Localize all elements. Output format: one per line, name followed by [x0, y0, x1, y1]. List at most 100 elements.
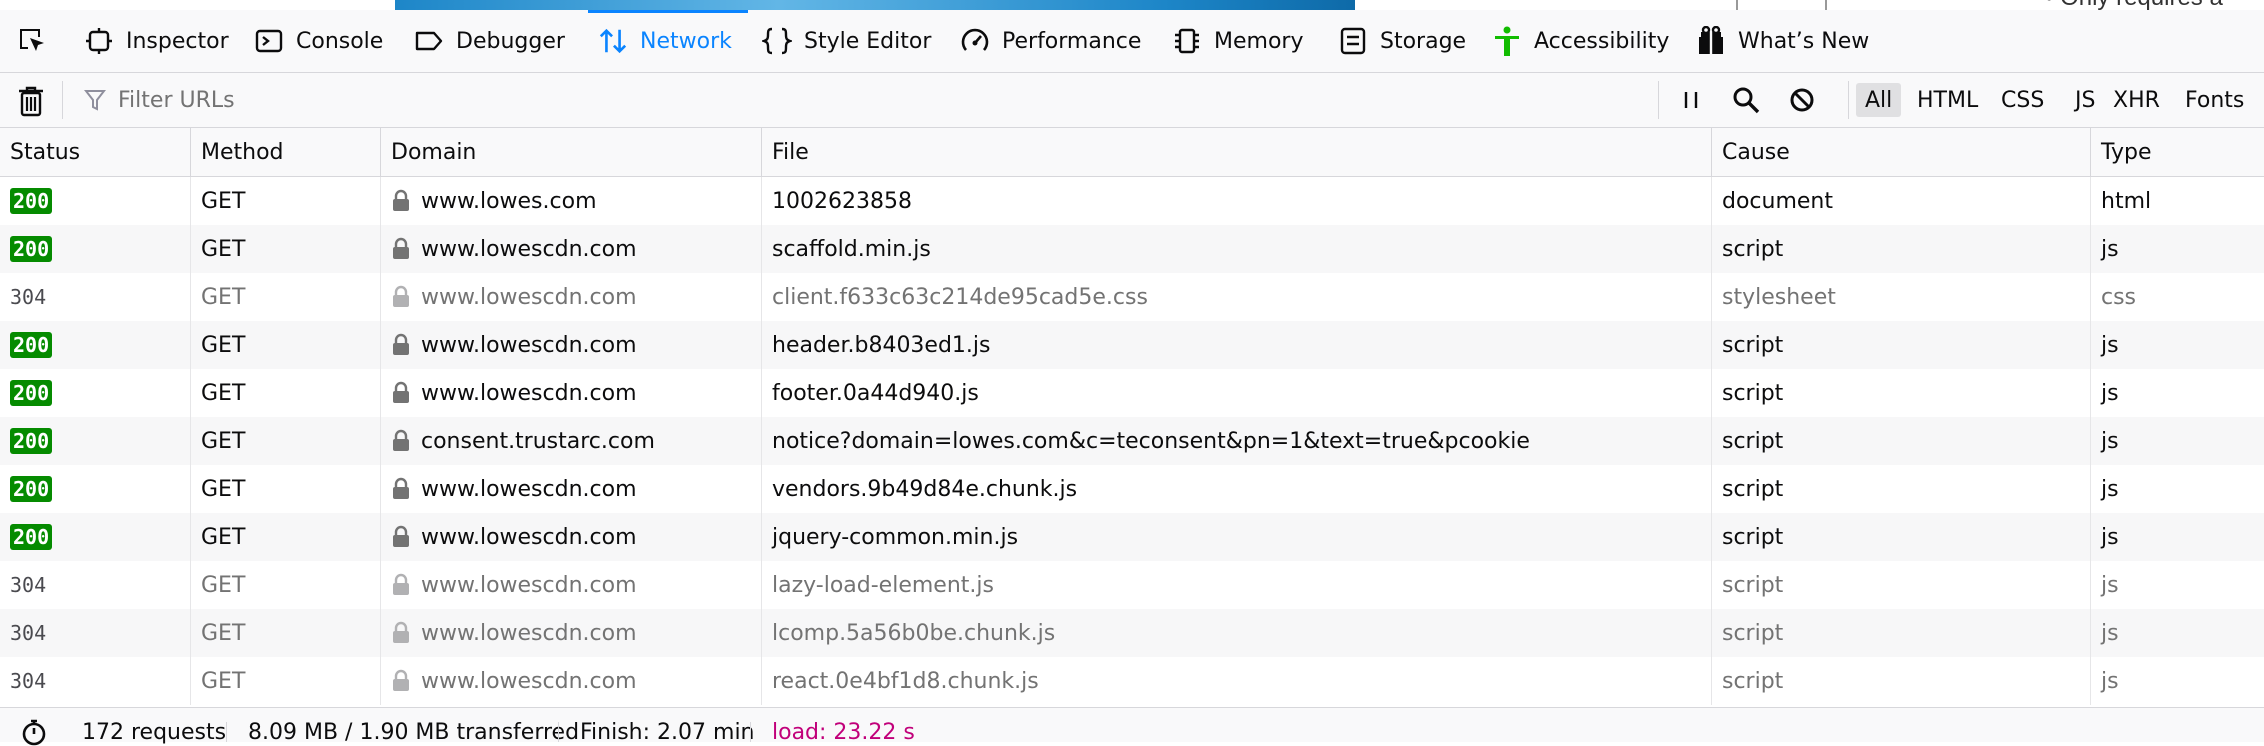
table-row[interactable]: 200 GET www.lowescdn.com jquery-common.min.… [0, 513, 2264, 561]
table-row[interactable]: 200 GET www.lowes.com 1002623858 document htm… [0, 177, 2264, 225]
column-header-file[interactable]: File [762, 128, 1712, 176]
tab-whats-new[interactable]: What’s New [1696, 10, 1869, 72]
cell-domain: www.lowescdn.com [381, 369, 762, 417]
cell-type: js [2091, 321, 2264, 369]
debugger-icon [414, 26, 444, 56]
tab-memory[interactable]: Memory [1172, 10, 1303, 72]
cell-file: lcomp.5a56b0be.chunk.js [762, 609, 1712, 657]
filter-type-html[interactable]: HTML [1908, 83, 1987, 117]
cause-text: stylesheet [1722, 284, 1836, 310]
block-requests-button[interactable] [1784, 83, 1820, 117]
cause-text: document [1722, 188, 1833, 214]
filter-type-css[interactable]: CSS [1992, 83, 2053, 117]
cell-status: 304 [0, 273, 191, 321]
table-row[interactable]: 304 GET www.lowescdn.com lazy-load-element.… [0, 561, 2264, 609]
domain-text: www.lowescdn.com [421, 668, 637, 694]
file-text: notice?domain=lowes.com&c=teconsent&pn=1… [772, 428, 1530, 454]
devtools-tab-bar: Inspector Console Debugger Network Style… [0, 10, 2264, 73]
tab-style-editor[interactable]: Style Editor [762, 10, 931, 72]
lock-icon [391, 381, 411, 405]
file-text: client.f633c63c214de95cad5e.css [772, 284, 1148, 310]
type-text: js [2101, 380, 2119, 406]
lock-icon [391, 237, 411, 261]
method-text: GET [201, 332, 246, 358]
file-text: 1002623858 [772, 188, 912, 214]
page-divider [1736, 0, 1738, 10]
requests-table-header: Status Method Domain File Cause Type [0, 128, 2264, 177]
column-header-method[interactable]: Method [191, 128, 381, 176]
column-header-status[interactable]: Status [0, 128, 191, 176]
cell-status: 200 [0, 513, 191, 561]
type-text: html [2101, 188, 2152, 214]
cell-type: js [2091, 417, 2264, 465]
cell-type: js [2091, 657, 2264, 705]
filter-type-fonts[interactable]: Fonts [2176, 83, 2253, 117]
filter-urls-input[interactable] [116, 86, 1620, 114]
console-icon [254, 26, 284, 56]
filter-type-xhr[interactable]: XHR [2104, 83, 2169, 117]
performance-icon [960, 26, 990, 56]
column-header-domain[interactable]: Domain [381, 128, 762, 176]
tab-debugger[interactable]: Debugger [414, 10, 565, 72]
status-code: 200 [10, 236, 53, 262]
cell-domain: www.lowescdn.com [381, 513, 762, 561]
column-header-cause[interactable]: Cause [1712, 128, 2091, 176]
cause-text: script [1722, 620, 1784, 646]
accessibility-icon [1492, 26, 1522, 56]
transfer-size: 8.09 MB / 1.90 MB transferred [248, 719, 580, 745]
block-icon [1790, 88, 1814, 112]
type-text: js [2101, 668, 2119, 694]
column-header-type[interactable]: Type [2091, 128, 2264, 176]
memory-icon [1172, 26, 1202, 56]
cell-method: GET [191, 609, 381, 657]
cause-text: script [1722, 428, 1784, 454]
tab-accessibility[interactable]: Accessibility [1492, 10, 1669, 72]
cell-type: js [2091, 369, 2264, 417]
method-text: GET [201, 380, 246, 406]
tab-console[interactable]: Console [254, 10, 383, 72]
cell-status: 200 [0, 465, 191, 513]
search-button[interactable] [1728, 83, 1764, 117]
cell-cause: script [1712, 465, 2091, 513]
cell-status: 304 [0, 609, 191, 657]
table-row[interactable]: 200 GET www.lowescdn.com vendors.9b49d84e.c… [0, 465, 2264, 513]
status-code: 304 [10, 285, 47, 309]
status-code: 200 [10, 476, 53, 502]
lock-icon [391, 525, 411, 549]
performance-analysis-button[interactable] [20, 719, 48, 746]
status-code: 200 [10, 380, 53, 406]
lock-icon [391, 333, 411, 357]
cell-file: vendors.9b49d84e.chunk.js [762, 465, 1712, 513]
network-toolbar: All HTML CSS JS XHR Fonts [0, 73, 2264, 128]
tab-inspector[interactable]: Inspector [84, 10, 229, 72]
table-row[interactable]: 200 GET www.lowescdn.com header.b8403ed1.js… [0, 321, 2264, 369]
pause-button[interactable] [1676, 83, 1706, 117]
tab-label: Accessibility [1534, 28, 1670, 54]
cell-file: lazy-load-element.js [762, 561, 1712, 609]
method-text: GET [201, 476, 246, 502]
table-row[interactable]: 304 GET www.lowescdn.com lcomp.5a56b0be.chu… [0, 609, 2264, 657]
type-text: js [2101, 620, 2119, 646]
table-row[interactable]: 304 GET www.lowescdn.com client.f633c63c214… [0, 273, 2264, 321]
cell-domain: www.lowescdn.com [381, 465, 762, 513]
cause-text: script [1722, 476, 1784, 502]
table-row[interactable]: 200 GET consent.trustarc.com notice?domain=… [0, 417, 2264, 465]
tab-network[interactable]: Network [588, 10, 748, 72]
filter-type-all[interactable]: All [1856, 83, 1902, 117]
style-editor-icon [762, 26, 792, 56]
table-row[interactable]: 200 GET www.lowescdn.com scaffold.min.js scr… [0, 225, 2264, 273]
file-text: lcomp.5a56b0be.chunk.js [772, 620, 1056, 646]
tab-performance[interactable]: Performance [960, 10, 1141, 72]
table-row[interactable]: 200 GET www.lowescdn.com footer.0a44d940.js… [0, 369, 2264, 417]
clear-button[interactable] [14, 84, 48, 118]
tab-label: What’s New [1738, 28, 1870, 54]
tab-storage[interactable]: Storage [1338, 10, 1466, 72]
cause-text: script [1722, 332, 1784, 358]
table-row[interactable]: 304 GET www.lowescdn.com react.0e4bf1d8.chu… [0, 657, 2264, 705]
cell-method: GET [191, 561, 381, 609]
cell-cause: script [1712, 513, 2091, 561]
request-count: 172 requests [82, 719, 227, 745]
filter-type-js[interactable]: JS [2066, 83, 2104, 117]
file-text: jquery-common.min.js [772, 524, 1019, 550]
element-picker-button[interactable] [12, 10, 52, 72]
